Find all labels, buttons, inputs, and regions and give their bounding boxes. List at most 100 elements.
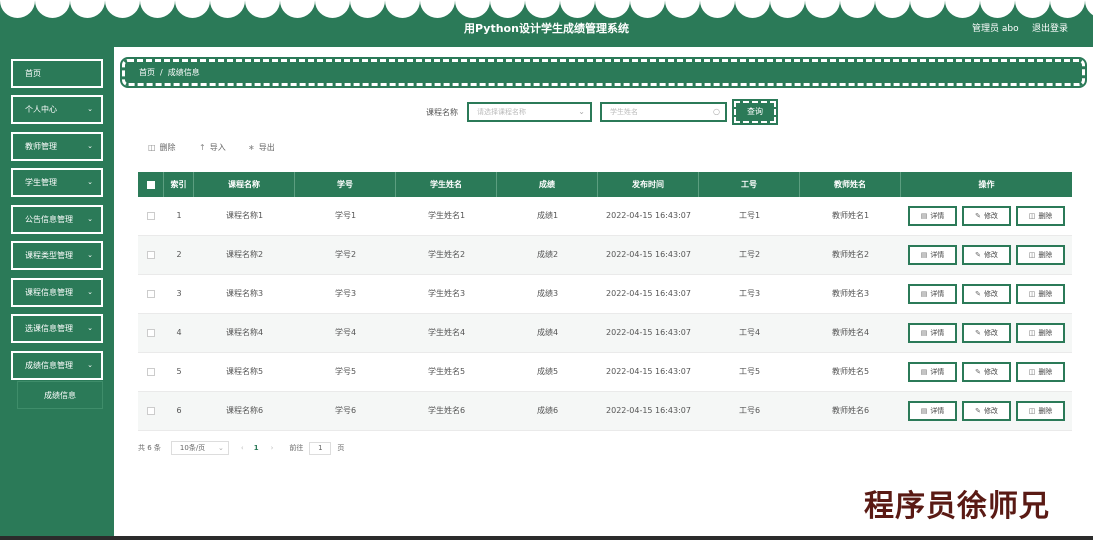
score-cell: 成绩4 bbox=[536, 328, 559, 337]
breadcrumb: 首页 / 成绩信息 bbox=[120, 57, 1087, 88]
index-cell: 2 bbox=[176, 250, 182, 259]
delete-button[interactable]: ◫ 删除 bbox=[1016, 284, 1065, 304]
edit-button[interactable]: ✎ 修改 bbox=[962, 401, 1011, 421]
publish-time-cell: 2022-04-15 16:43:07 bbox=[606, 367, 691, 376]
sidebar-item-grades[interactable]: 成绩信息管理 ⌄ bbox=[11, 351, 103, 380]
row-checkbox[interactable] bbox=[147, 289, 155, 298]
teacher-name-cell: 教师姓名1 bbox=[831, 211, 870, 220]
student-no-cell: 学号6 bbox=[334, 406, 357, 415]
trash-icon: ◫ bbox=[1028, 368, 1036, 376]
delete-button[interactable]: ◫ 删除 bbox=[1016, 401, 1065, 421]
student-no-cell: 学号3 bbox=[334, 289, 357, 298]
delete-button[interactable]: ◫ 删除 bbox=[1016, 206, 1065, 226]
delete-button[interactable]: ◫ 删除 bbox=[1016, 323, 1065, 343]
table-row: 5 课程名称5 学号5 学生姓名5 成绩5 2022-04-15 16:43:07 工号5 教… bbox=[138, 353, 1072, 392]
trash-icon: ◫ bbox=[1028, 290, 1036, 298]
prev-page-button[interactable]: ‹ bbox=[241, 444, 244, 452]
row-select-cell bbox=[138, 197, 164, 235]
student-name-input[interactable]: 学生姓名 ○ bbox=[600, 102, 727, 122]
actions-cell: ▤ 详情 ✎ 修改 ◫ 删除 bbox=[901, 353, 1072, 391]
detail-button[interactable]: ▤ 详情 bbox=[908, 206, 957, 226]
student-name-cell: 学生姓名1 bbox=[427, 211, 466, 220]
sidebar-item-course-types[interactable]: 课程类型管理 ⌄ bbox=[11, 241, 103, 270]
publish-time-cell: 2022-04-15 16:43:07 bbox=[606, 211, 691, 220]
row-checkbox[interactable] bbox=[147, 250, 155, 259]
delete-button[interactable]: ◫ 删除 bbox=[1016, 362, 1065, 382]
chevron-down-icon: ⌄ bbox=[218, 444, 224, 452]
detail-button[interactable]: ▤ 详情 bbox=[908, 284, 957, 304]
detail-label: 详情 bbox=[930, 329, 945, 337]
import-button[interactable]: ↑ 导入 bbox=[199, 142, 226, 153]
scallop-shape bbox=[665, 0, 700, 18]
student-name-cell: 学生姓名5 bbox=[427, 367, 466, 376]
goto-page-input[interactable]: 1 bbox=[309, 441, 332, 455]
logout-link[interactable]: 退出登录 bbox=[1032, 21, 1068, 34]
row-select-cell bbox=[138, 236, 164, 274]
breadcrumb-home[interactable]: 首页 bbox=[139, 68, 155, 77]
row-checkbox[interactable] bbox=[147, 406, 155, 415]
select-all-checkbox[interactable] bbox=[146, 180, 155, 189]
course-select-placeholder: 请选择课程名称 bbox=[477, 108, 526, 116]
course-select[interactable]: 请选择课程名称 ⌄ bbox=[467, 102, 592, 122]
edit-button[interactable]: ✎ 修改 bbox=[962, 206, 1011, 226]
teacher-no-cell: 工号1 bbox=[738, 211, 761, 220]
scallop-shape bbox=[525, 0, 560, 18]
score-cell: 成绩2 bbox=[536, 250, 559, 259]
pencil-icon: ✎ bbox=[975, 212, 981, 220]
table-row: 2 课程名称2 学号2 学生姓名2 成绩2 2022-04-15 16:43:07 工号2 教… bbox=[138, 236, 1072, 275]
next-page-button[interactable]: › bbox=[271, 444, 274, 452]
page-size-select[interactable]: 10条/页 ⌄ bbox=[170, 441, 229, 455]
sidebar-item-home[interactable]: 首页 bbox=[11, 59, 103, 88]
actions-cell: ▤ 详情 ✎ 修改 ◫ 删除 bbox=[901, 236, 1072, 274]
teacher-no-cell: 工号3 bbox=[738, 289, 761, 298]
pencil-icon: ✎ bbox=[975, 290, 981, 298]
edit-label: 修改 bbox=[983, 290, 998, 298]
chevron-down-icon: ⌄ bbox=[87, 361, 93, 369]
teacher-no-cell: 工号2 bbox=[738, 250, 761, 259]
index-cell: 5 bbox=[176, 367, 182, 376]
scallop-shape bbox=[1050, 0, 1085, 18]
detail-button[interactable]: ▤ 详情 bbox=[908, 245, 957, 265]
delete-button[interactable]: ◫ 删除 bbox=[1016, 245, 1065, 265]
sidebar-item-enrollments[interactable]: 选课信息管理 ⌄ bbox=[11, 314, 103, 343]
detail-button[interactable]: ▤ 详情 bbox=[908, 323, 957, 343]
batch-delete-button[interactable]: ◫ 删除 bbox=[148, 142, 176, 153]
student-name-cell: 学生姓名3 bbox=[427, 289, 466, 298]
score-cell: 成绩6 bbox=[536, 406, 559, 415]
edit-button[interactable]: ✎ 修改 bbox=[962, 245, 1011, 265]
sidebar-subitem-grade-info[interactable]: 成绩信息 bbox=[17, 381, 103, 409]
scallop-shape bbox=[840, 0, 875, 18]
publish-time-cell: 2022-04-15 16:43:07 bbox=[606, 250, 691, 259]
row-checkbox[interactable] bbox=[147, 211, 155, 220]
publish-time-cell: 2022-04-15 16:43:07 bbox=[606, 406, 691, 415]
page-number[interactable]: 1 bbox=[254, 444, 259, 452]
row-checkbox[interactable] bbox=[147, 367, 155, 376]
edit-button[interactable]: ✎ 修改 bbox=[962, 284, 1011, 304]
scallop-shape bbox=[385, 0, 420, 18]
student-name-cell: 学生姓名6 bbox=[427, 406, 466, 415]
sidebar-item-label: 个人中心 bbox=[25, 105, 57, 114]
index-cell: 3 bbox=[176, 289, 182, 298]
pagination: 共 6 条 10条/页 ⌄ ‹ 1 › 前往 1 页 bbox=[138, 441, 344, 455]
detail-label: 详情 bbox=[930, 290, 945, 298]
detail-button[interactable]: ▤ 详情 bbox=[908, 362, 957, 382]
sidebar-item-announcements[interactable]: 公告信息管理 ⌄ bbox=[11, 205, 103, 234]
edit-button[interactable]: ✎ 修改 bbox=[962, 362, 1011, 382]
scallop-shape bbox=[1085, 0, 1093, 18]
edit-button[interactable]: ✎ 修改 bbox=[962, 323, 1011, 343]
trash-icon: ◫ bbox=[148, 143, 156, 152]
row-select-cell bbox=[138, 353, 164, 391]
row-checkbox[interactable] bbox=[147, 328, 155, 337]
student-name-cell: 学生姓名4 bbox=[427, 328, 466, 337]
scallop-shape bbox=[910, 0, 945, 18]
export-button[interactable]: ∗ 导出 bbox=[248, 142, 275, 153]
sidebar-item-teachers[interactable]: 教师管理 ⌄ bbox=[11, 132, 103, 161]
search-button[interactable]: 查询 bbox=[732, 99, 778, 125]
detail-button[interactable]: ▤ 详情 bbox=[908, 401, 957, 421]
sidebar-item-profile[interactable]: 个人中心 ⌄ bbox=[11, 95, 103, 124]
table-body: 1 课程名称1 学号1 学生姓名1 成绩1 2022-04-15 16:43:07 工号1 教… bbox=[138, 197, 1072, 431]
sidebar-item-students[interactable]: 学生管理 ⌄ bbox=[11, 168, 103, 197]
header-scallop-decoration bbox=[0, 0, 1093, 22]
scallop-shape bbox=[805, 0, 840, 18]
sidebar-item-courses[interactable]: 课程信息管理 ⌄ bbox=[11, 278, 103, 307]
